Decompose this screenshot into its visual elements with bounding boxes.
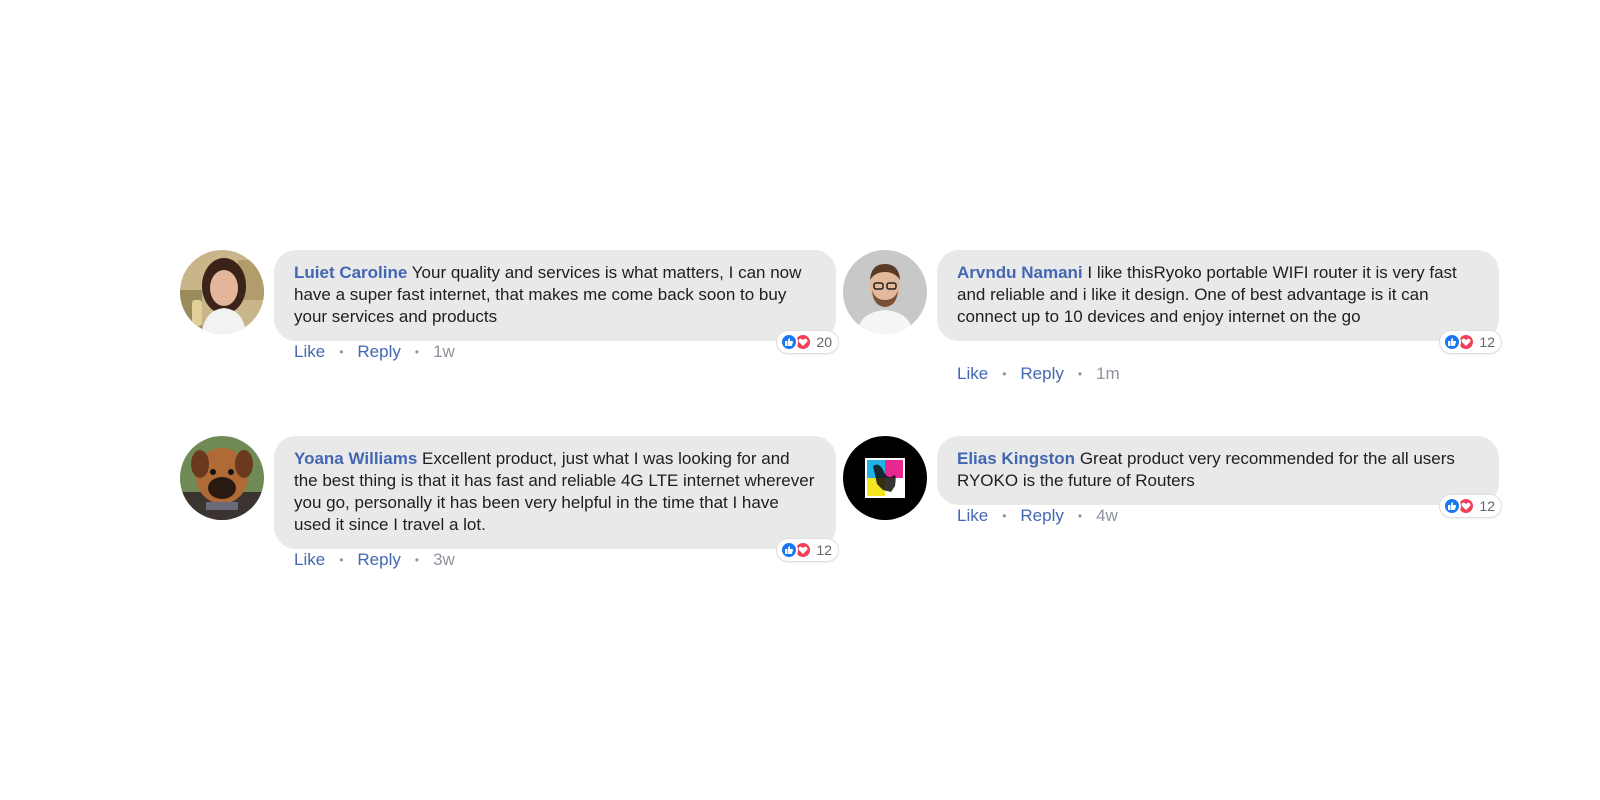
- timestamp[interactable]: 4w: [1096, 506, 1118, 526]
- reply-link[interactable]: Reply: [1020, 364, 1063, 384]
- separator-dot: •: [1077, 509, 1083, 523]
- reactions-badge[interactable]: 12: [1440, 331, 1501, 353]
- author-name[interactable]: Arvndu Namani: [957, 263, 1083, 282]
- like-link[interactable]: Like: [294, 550, 325, 570]
- reactions-badge[interactable]: 20: [777, 331, 838, 353]
- author-name[interactable]: Luiet Caroline: [294, 263, 407, 282]
- timestamp[interactable]: 3w: [433, 550, 455, 570]
- comment-actions: Like • Reply • 3w: [294, 550, 455, 570]
- like-link[interactable]: Like: [294, 342, 325, 362]
- avatar[interactable]: [180, 436, 264, 520]
- timestamp[interactable]: 1m: [1096, 364, 1120, 384]
- comment-bubble: Luiet Caroline Your quality and services…: [274, 250, 838, 353]
- separator-dot: •: [339, 345, 344, 359]
- comment-bubble: Yoana Williams Excellent product, just w…: [274, 436, 838, 561]
- reaction-count: 20: [816, 334, 832, 350]
- avatar[interactable]: [843, 250, 927, 334]
- comment-bubble: Elias Kingston Great product very recomm…: [937, 436, 1501, 517]
- reactions-badge[interactable]: 12: [777, 539, 838, 561]
- separator-dot: •: [1077, 367, 1083, 381]
- comment-actions: Like • Reply • 1m: [957, 364, 1120, 384]
- cmyk-logo-avatar-icon: [843, 436, 927, 520]
- comment-bubble: Arvndu Namani I like thisRyoko portable …: [937, 250, 1501, 353]
- timestamp[interactable]: 1w: [433, 342, 455, 362]
- separator-dot: •: [1002, 367, 1007, 381]
- reaction-count: 12: [1479, 498, 1495, 514]
- like-link[interactable]: Like: [957, 364, 988, 384]
- reactions-badge[interactable]: 12: [1440, 495, 1501, 517]
- like-link[interactable]: Like: [957, 506, 988, 526]
- reply-link[interactable]: Reply: [357, 342, 400, 362]
- author-name[interactable]: Elias Kingston: [957, 449, 1075, 468]
- reply-link[interactable]: Reply: [1020, 506, 1063, 526]
- separator-dot: •: [339, 553, 344, 567]
- comment-actions: Like • Reply • 1w: [294, 342, 455, 362]
- avatar[interactable]: [180, 250, 264, 334]
- separator-dot: •: [414, 345, 420, 359]
- reply-link[interactable]: Reply: [357, 550, 400, 570]
- man-avatar-icon: [843, 250, 927, 334]
- reaction-count: 12: [1479, 334, 1495, 350]
- comment-actions: Like • Reply • 4w: [957, 506, 1118, 526]
- separator-dot: •: [414, 553, 420, 567]
- woman-avatar-icon: [180, 250, 264, 334]
- author-name[interactable]: Yoana Williams: [294, 449, 417, 468]
- separator-dot: •: [1002, 509, 1007, 523]
- avatar[interactable]: [843, 436, 927, 520]
- dog-avatar-icon: [180, 436, 264, 520]
- reaction-count: 12: [816, 542, 832, 558]
